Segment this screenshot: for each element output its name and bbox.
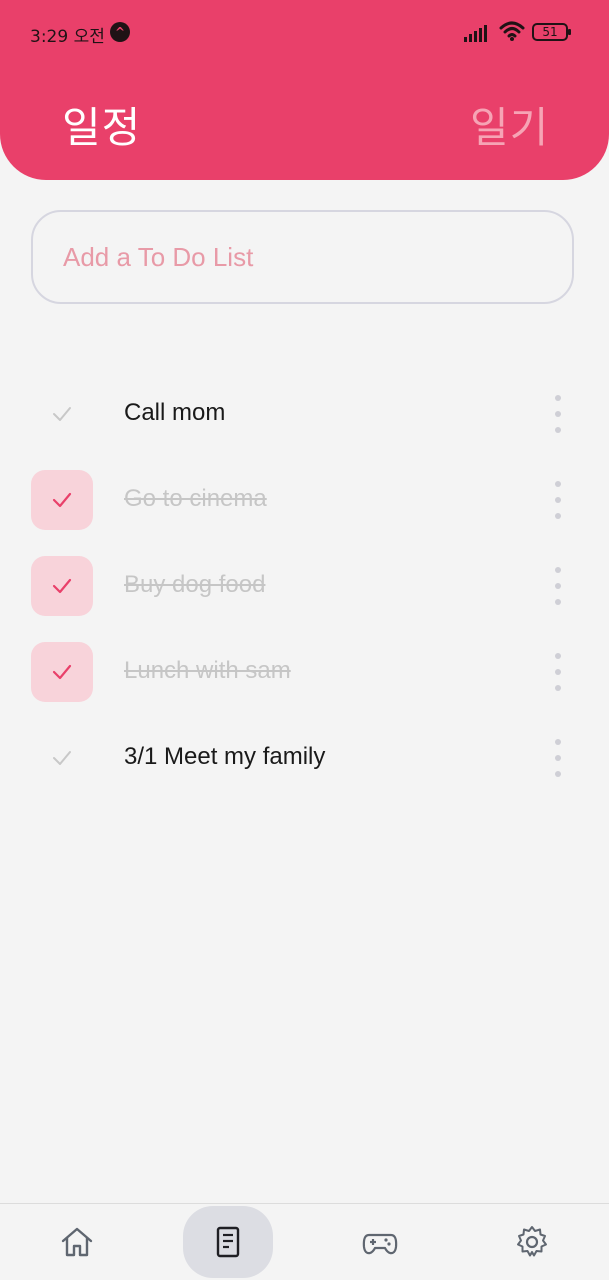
tab-schedule[interactable]: 일정	[62, 94, 141, 155]
wifi-icon	[499, 21, 525, 41]
battery-level: 51	[542, 25, 558, 39]
todo-text: Buy dog food	[124, 571, 266, 598]
nav-notes[interactable]	[183, 1206, 273, 1278]
signal-icon	[464, 25, 487, 42]
dot	[555, 395, 561, 401]
notes-icon	[216, 1226, 240, 1258]
todo-checkbox[interactable]	[31, 642, 93, 702]
gamepad-icon	[362, 1233, 398, 1255]
dot	[555, 653, 561, 659]
nav-games[interactable]	[335, 1206, 425, 1278]
dot	[555, 481, 561, 487]
todo-item[interactable]: Call mom	[0, 381, 609, 447]
todo-item[interactable]: Lunch with sam	[0, 639, 609, 705]
more-options-button[interactable]	[547, 653, 569, 691]
app-notification-icon: ^	[110, 22, 130, 42]
todo-checkbox[interactable]	[31, 556, 93, 616]
dot	[555, 755, 561, 761]
dot	[555, 685, 561, 691]
dot	[555, 427, 561, 433]
dot	[555, 739, 561, 745]
todo-text: Lunch with sam	[124, 657, 291, 684]
todo-checkbox[interactable]	[31, 728, 93, 788]
more-options-button[interactable]	[547, 481, 569, 519]
dot	[555, 771, 561, 777]
dot	[555, 583, 561, 589]
status-time: 3:29 오전	[30, 27, 105, 47]
todo-text: 3/1 Meet my family	[124, 743, 326, 770]
more-options-button[interactable]	[547, 395, 569, 433]
status-bar: 3:29 오전 ^ 51	[0, 0, 609, 64]
nav-home[interactable]	[32, 1206, 122, 1278]
add-todo-input[interactable]	[31, 210, 574, 304]
app-screen: 3:29 오전 ^ 51 일정 일기 Add a To Do List Call…	[0, 0, 609, 1280]
header: 3:29 오전 ^ 51 일정 일기	[0, 0, 609, 180]
check-icon	[53, 407, 71, 421]
dot	[555, 567, 561, 573]
check-icon	[53, 751, 71, 765]
todo-item[interactable]: 3/1 Meet my family	[0, 725, 609, 791]
todo-checkbox[interactable]	[31, 384, 93, 444]
home-icon	[61, 1227, 93, 1257]
gear-icon	[517, 1226, 547, 1257]
dot	[555, 411, 561, 417]
check-icon	[52, 492, 72, 508]
more-options-button[interactable]	[547, 739, 569, 777]
bottom-nav	[0, 1203, 609, 1280]
dot	[555, 669, 561, 675]
nav-settings[interactable]	[487, 1206, 577, 1278]
more-options-button[interactable]	[547, 567, 569, 605]
todo-item[interactable]: Buy dog food	[0, 553, 609, 619]
check-icon	[52, 578, 72, 594]
dot	[555, 599, 561, 605]
todo-checkbox[interactable]	[31, 470, 93, 530]
todo-item[interactable]: Go to cinema	[0, 467, 609, 533]
dot	[555, 497, 561, 503]
todo-text: Go to cinema	[124, 485, 267, 512]
tab-diary[interactable]: 일기	[470, 94, 549, 155]
dot	[555, 513, 561, 519]
check-icon	[52, 664, 72, 680]
todo-text: Call mom	[124, 399, 226, 426]
